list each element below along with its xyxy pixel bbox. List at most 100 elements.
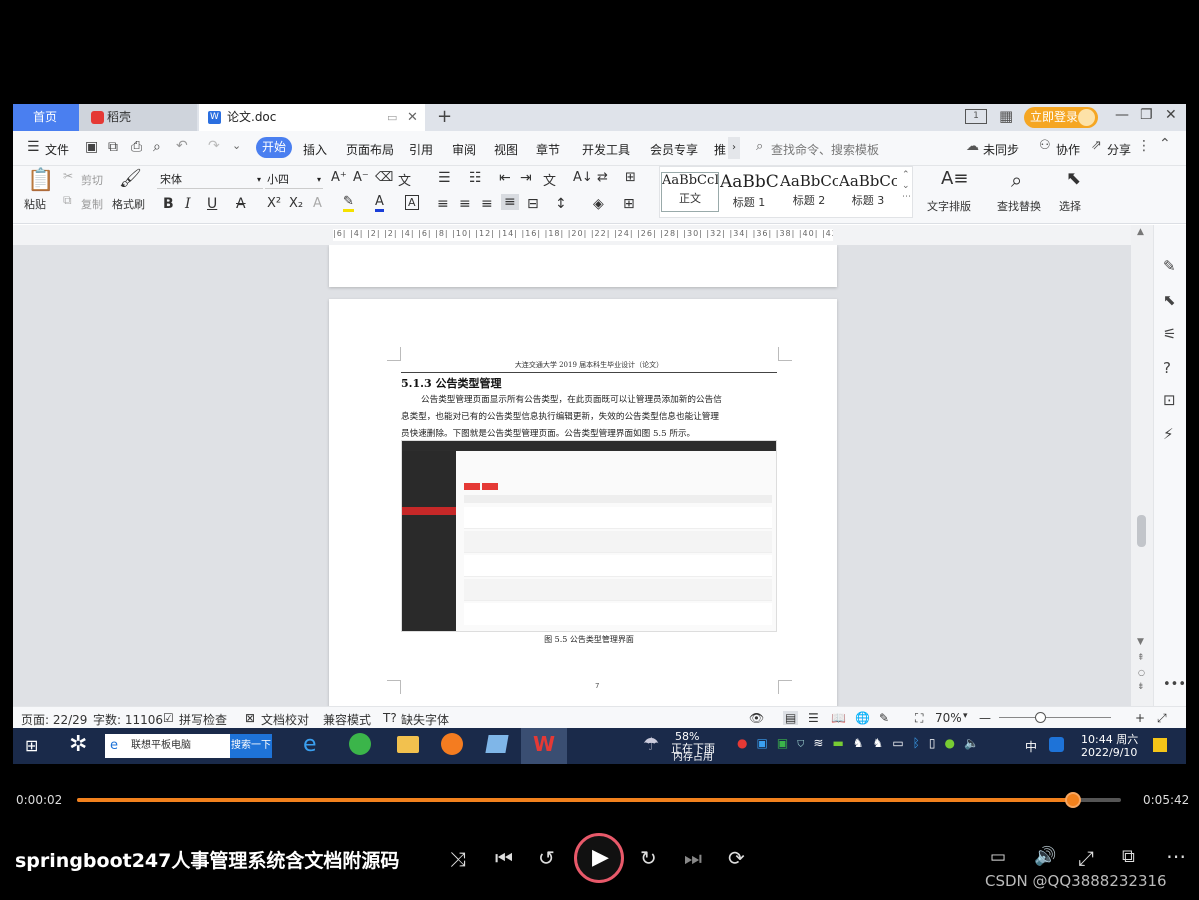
- scroll-down-icon[interactable]: ▼: [1137, 637, 1144, 647]
- backup-icon[interactable]: ⊡: [1163, 391, 1176, 409]
- subtitles-icon[interactable]: ▭: [990, 847, 1006, 867]
- new-tab-icon[interactable]: +: [437, 106, 452, 127]
- format-painter-button[interactable]: 格式刷: [112, 196, 145, 212]
- missing-font-button[interactable]: 缺失字体: [401, 711, 449, 728]
- clock-date[interactable]: 2022/9/10: [1081, 746, 1137, 759]
- export-icon[interactable]: ⧉: [108, 139, 118, 155]
- tray-battery-icon[interactable]: ▭: [892, 736, 912, 750]
- progress-knob[interactable]: [1064, 792, 1081, 808]
- horizontal-ruler[interactable]: |6| |4| |2| |2| |4| |6| |8| |10| |12| |1…: [13, 225, 1131, 245]
- lightning-icon[interactable]: ⚡: [1163, 425, 1174, 443]
- borders-icon[interactable]: ⊞: [623, 196, 635, 212]
- collab-button[interactable]: 协作: [1056, 141, 1080, 158]
- zoom-dropdown-icon[interactable]: ▾: [963, 711, 968, 721]
- line-spacing-icon[interactable]: ↕: [555, 196, 567, 212]
- find-replace-button[interactable]: 查找替换: [997, 198, 1041, 214]
- ie-browser-icon[interactable]: e: [303, 732, 317, 757]
- text-effect-icon[interactable]: A: [313, 196, 322, 211]
- menu-member[interactable]: 会员专享: [650, 141, 698, 158]
- superscript-icon[interactable]: X²: [267, 196, 281, 211]
- highlight-icon[interactable]: ✎: [343, 194, 354, 212]
- tray-wifi-icon[interactable]: ≋: [813, 736, 832, 750]
- eye-protect-icon[interactable]: 👁: [749, 711, 764, 725]
- taskbar-search-button[interactable]: 搜索一下: [230, 734, 272, 758]
- align-left-icon[interactable]: ≡: [437, 196, 449, 212]
- text-layout-button[interactable]: 文字排版: [927, 198, 971, 214]
- zoom-level[interactable]: 70%: [935, 711, 962, 725]
- tray-qq2-icon[interactable]: ♞: [873, 736, 893, 750]
- hamburger-icon[interactable]: ☰: [27, 139, 40, 155]
- font-size-select[interactable]: 小四 ▾: [265, 170, 323, 189]
- undo-icon[interactable]: ↶: [176, 138, 188, 154]
- paste-icon[interactable]: 📋: [27, 168, 54, 193]
- find-replace-icon[interactable]: ⌕: [1011, 168, 1022, 192]
- web-view-icon[interactable]: 🌐: [855, 711, 870, 725]
- menu-insert[interactable]: 插入: [303, 141, 327, 158]
- align-center-icon[interactable]: ≡: [459, 196, 471, 212]
- tab-home[interactable]: 首页: [13, 104, 79, 131]
- tray-sync-icon[interactable]: ▣: [777, 736, 797, 750]
- more-chevron-icon[interactable]: ⌄: [232, 139, 241, 152]
- grow-font-icon[interactable]: A⁺: [331, 170, 347, 185]
- current-page[interactable]: 大连交通大学 2019 届本科生毕业设计（论文） 5.1.3 公告类型管理 公告…: [329, 299, 837, 706]
- menu-chapter[interactable]: 章节: [536, 141, 560, 158]
- fit-page-icon[interactable]: ⛶: [915, 711, 923, 726]
- next-page-icon[interactable]: ⇟: [1137, 682, 1145, 692]
- clock-time[interactable]: 10:44 周六: [1081, 731, 1138, 747]
- sync-status[interactable]: 未同步: [983, 141, 1019, 158]
- notification-icon[interactable]: [1153, 738, 1167, 752]
- play-button[interactable]: ▶: [574, 833, 624, 883]
- forward-30-icon[interactable]: ↻: [640, 846, 657, 870]
- qq-input-icon[interactable]: [1049, 737, 1064, 752]
- more-menu-icon[interactable]: ⋯: [1166, 844, 1186, 868]
- menu-start[interactable]: 开始: [256, 137, 292, 158]
- bold-icon[interactable]: B: [163, 196, 174, 212]
- chinese-layout-icon[interactable]: 文: [543, 170, 556, 189]
- style-heading2[interactable]: AaBbCc 标题 2: [780, 172, 838, 212]
- paste-button[interactable]: 粘贴: [24, 196, 46, 212]
- tray-security-icon[interactable]: ⛉: [797, 736, 813, 750]
- select-browse-icon[interactable]: ○: [1138, 668, 1145, 677]
- restore-icon[interactable]: ❐: [1140, 107, 1153, 123]
- shading-icon[interactable]: ◈: [593, 196, 604, 212]
- zoom-slider-thumb[interactable]: [1035, 712, 1046, 723]
- distribute-icon[interactable]: ⊟: [527, 196, 539, 212]
- tray-usb-icon[interactable]: ▯: [929, 736, 945, 750]
- fullscreen-icon[interactable]: ⤢: [1157, 711, 1167, 726]
- preview-icon[interactable]: ⌕: [153, 139, 161, 155]
- pip-icon[interactable]: ⧉: [1122, 846, 1135, 867]
- align-right-icon[interactable]: ≡: [481, 196, 493, 212]
- numbered-list-icon[interactable]: ☷: [469, 170, 482, 186]
- menu-scroll-right[interactable]: ›: [728, 137, 740, 159]
- tray-gpu-icon[interactable]: ▬: [832, 736, 852, 750]
- select-icon[interactable]: ⬉: [1066, 168, 1081, 189]
- windows-start-icon[interactable]: ⊞: [25, 736, 38, 755]
- tray-qq-icon[interactable]: ♞: [853, 736, 873, 750]
- progress-bar[interactable]: [77, 792, 1121, 808]
- indent-icon[interactable]: ⇥: [520, 170, 532, 186]
- pin-icon[interactable]: ▭: [387, 104, 397, 131]
- menu-devtools[interactable]: 开发工具: [582, 141, 630, 158]
- menu-review[interactable]: 审阅: [452, 141, 476, 158]
- char-border-icon[interactable]: A: [405, 195, 419, 210]
- strikethrough-icon[interactable]: A: [236, 196, 246, 212]
- tray-shield-icon[interactable]: ▣: [756, 736, 776, 750]
- minimize-icon[interactable]: —: [1115, 107, 1129, 123]
- notebook-icon[interactable]: [485, 735, 509, 753]
- outdent-icon[interactable]: ⇤: [499, 170, 511, 186]
- zoom-out-icon[interactable]: —: [979, 711, 991, 725]
- cursor-select-icon[interactable]: ⬉: [1163, 291, 1176, 309]
- write-mode-icon[interactable]: ✎: [879, 711, 889, 725]
- tab-stop-icon[interactable]: ⊞: [625, 170, 636, 185]
- font-name-select[interactable]: 宋体 ▾: [157, 170, 263, 189]
- vertical-scrollbar[interactable]: ▲ ▼ ⇞ ○ ⇟: [1131, 225, 1153, 706]
- shrink-font-icon[interactable]: A⁻: [353, 170, 369, 185]
- menu-layout[interactable]: 页面布局: [346, 141, 394, 158]
- page-view-icon[interactable]: ▤: [783, 711, 799, 725]
- tab-daoke[interactable]: 稻壳: [79, 104, 197, 131]
- menu-file[interactable]: 文件: [45, 141, 69, 158]
- page-indicator[interactable]: 页面: 22/29: [21, 711, 87, 728]
- style-heading3[interactable]: AaBbCc 标题 3: [839, 172, 897, 212]
- more-options-icon[interactable]: ⋮: [1137, 138, 1151, 154]
- font-color-icon[interactable]: A: [375, 194, 384, 212]
